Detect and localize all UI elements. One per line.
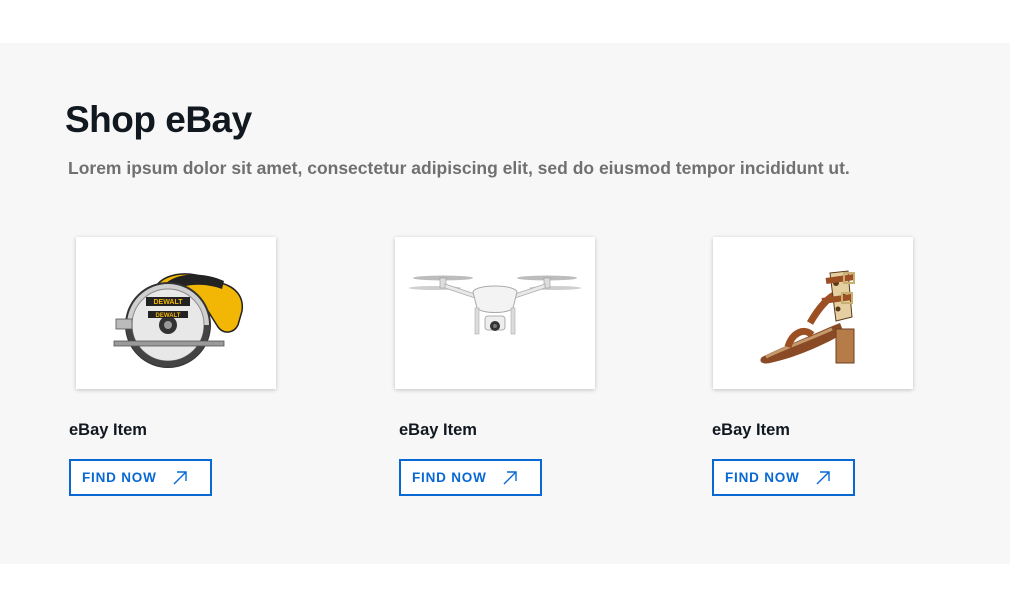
- find-now-button[interactable]: FIND NOW: [712, 459, 855, 496]
- arrow-up-right-icon: [503, 471, 517, 485]
- section-subtitle: Lorem ipsum dolor sit amet, consectetur …: [68, 158, 850, 178]
- item-name[interactable]: eBay Item: [712, 421, 790, 440]
- brand-text-dewalt-2: DEWALT: [156, 313, 181, 319]
- find-now-label: FIND NOW: [725, 470, 800, 485]
- find-now-button[interactable]: FIND NOW: [69, 459, 212, 496]
- drone-icon: [409, 275, 581, 335]
- item-name[interactable]: eBay Item: [69, 421, 147, 440]
- section-title: Shop eBay: [65, 99, 252, 140]
- product-image-circular-saw[interactable]: DEWALT DEWALT: [76, 237, 276, 389]
- arrow-up-right-icon: [173, 471, 187, 485]
- shop-section: Shop eBay Lorem ipsum dolor sit amet, co…: [0, 43, 1010, 564]
- brand-text-dewalt: DEWALT: [153, 299, 183, 306]
- find-now-button[interactable]: FIND NOW: [399, 459, 542, 496]
- find-now-label: FIND NOW: [412, 470, 487, 485]
- sandal-icon: [760, 270, 855, 364]
- product-image-drone[interactable]: [395, 237, 595, 389]
- circular-saw-icon: DEWALT DEWALT: [113, 273, 244, 368]
- item-name[interactable]: eBay Item: [399, 421, 477, 440]
- arrow-up-right-icon: [816, 471, 830, 485]
- find-now-label: FIND NOW: [82, 470, 157, 485]
- product-image-sandal[interactable]: [713, 237, 913, 389]
